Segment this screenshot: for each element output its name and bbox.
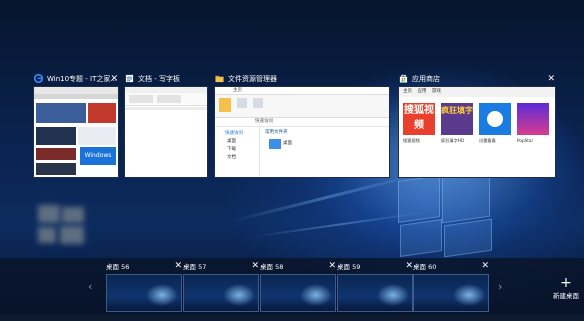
new-desktop-button[interactable]: + 新建桌面 — [548, 276, 584, 300]
window-title-bar: Win10专题 - IT之家... ✕ — [33, 72, 119, 86]
desktop-thumbnail — [106, 274, 182, 312]
virtual-desktop-60[interactable]: 桌面 60 ✕ — [413, 261, 489, 312]
file-explorer-icon — [215, 75, 224, 83]
desktop-label: 桌面 57 — [183, 263, 207, 271]
window-title: 文档 - 写字板 — [138, 75, 180, 83]
window-thumbnail: 主页 快速访问 快速访问 桌面 下载 文档 常用文件夹 桌面 — [214, 86, 390, 178]
virtual-desktop-57[interactable]: 桌面 57 ✕ — [183, 261, 259, 312]
windows-banner: Windows — [80, 147, 116, 165]
close-icon[interactable]: ✕ — [547, 72, 555, 86]
desktops-prev-arrow[interactable]: ‹ — [88, 280, 92, 293]
store-tab-home: 主页 — [403, 89, 412, 94]
wordpad-icon — [125, 74, 134, 83]
desktop-thumbnail — [413, 274, 489, 312]
new-desktop-label: 新建桌面 — [553, 292, 579, 300]
explorer-breadcrumb: 快速访问 — [215, 118, 389, 127]
nav-desktop: 桌面 — [227, 139, 236, 144]
store-tab-games: 游戏 — [431, 89, 441, 94]
app-name: 疯狂填字HD — [441, 138, 465, 143]
plus-icon: + — [560, 275, 572, 291]
virtual-desktop-59[interactable]: 桌面 59 ✕ — [337, 261, 413, 312]
window-thumbnail: 主页 应用 游戏 搜狐视频 疯狂填字 搜狐视频 疯狂填字HD 迅雷看看 PopS… — [398, 86, 556, 178]
window-thumbnail: Windows — [33, 86, 119, 178]
taskbar — [0, 315, 584, 321]
wallpaper-light-pane — [444, 218, 492, 258]
close-icon[interactable]: ✕ — [110, 72, 118, 86]
window-title: 文件资源管理器 — [228, 75, 277, 83]
desktops-next-arrow[interactable]: › — [498, 280, 502, 293]
close-icon[interactable]: ✕ — [174, 261, 182, 271]
app-tile-xunlei — [479, 103, 511, 135]
blurred-desktop-icon — [62, 207, 84, 223]
desktop-label: 桌面 58 — [260, 263, 284, 271]
close-icon[interactable]: ✕ — [481, 261, 489, 271]
app-tile-popstar — [517, 103, 549, 135]
store-tab-apps: 应用 — [417, 89, 427, 94]
task-view-window-wordpad[interactable]: 文档 - 写字板 — [124, 72, 208, 178]
desktop-label: 桌面 60 — [413, 263, 437, 271]
app-tile-sohu: 搜狐视频 — [403, 103, 435, 135]
window-title-bar: 文档 - 写字板 — [124, 72, 208, 86]
edge-icon — [34, 74, 43, 83]
app-name: PopStar — [517, 138, 534, 143]
virtual-desktop-58[interactable]: 桌面 58 ✕ — [260, 261, 336, 312]
task-view-window-edge[interactable]: Win10专题 - IT之家... ✕ Windows — [33, 72, 119, 178]
app-name: 迅雷看看 — [479, 138, 496, 143]
window-title-bar: 文件资源管理器 — [214, 72, 390, 86]
close-icon[interactable]: ✕ — [328, 261, 336, 271]
nav-downloads: 下载 — [227, 147, 236, 152]
app-name: 搜狐视频 — [403, 138, 420, 143]
window-title-bar: 应用商店 ✕ — [398, 72, 556, 86]
virtual-desktop-56[interactable]: 桌面 56 ✕ — [106, 261, 182, 312]
task-view-window-explorer[interactable]: 文件资源管理器 主页 快速访问 快速访问 桌面 下载 文档 常用文件夹 桌面 — [214, 72, 390, 178]
blurred-desktop-icon — [60, 226, 84, 244]
folder-desktop: 桌面 — [283, 141, 292, 146]
frequent-folders-header: 常用文件夹 — [265, 130, 288, 135]
close-icon[interactable]: ✕ — [251, 261, 259, 271]
blurred-desktop-icon — [38, 227, 56, 243]
nav-quick-access: 快速访问 — [225, 131, 243, 136]
blurred-desktop-icon — [38, 205, 60, 223]
store-icon — [399, 74, 408, 83]
close-icon[interactable]: ✕ — [405, 261, 413, 271]
window-title: Win10专题 - IT之家... — [47, 75, 118, 83]
task-view-window-store[interactable]: 应用商店 ✕ 主页 应用 游戏 搜狐视频 疯狂填字 搜狐视频 疯狂填字HD 迅雷… — [398, 72, 556, 178]
desktop-thumbnail — [183, 274, 259, 312]
app-tile-crossword: 疯狂填字 — [441, 103, 473, 135]
nav-documents: 文档 — [227, 155, 236, 160]
window-title: 应用商店 — [412, 75, 440, 83]
desktop-thumbnail — [337, 274, 413, 312]
desktop-thumbnail — [260, 274, 336, 312]
desktop-label: 桌面 59 — [337, 263, 361, 271]
wallpaper-light-pane — [400, 219, 442, 257]
window-thumbnail — [124, 86, 208, 178]
desktop-label: 桌面 56 — [106, 263, 130, 271]
explorer-tab: 主页 — [233, 88, 242, 93]
